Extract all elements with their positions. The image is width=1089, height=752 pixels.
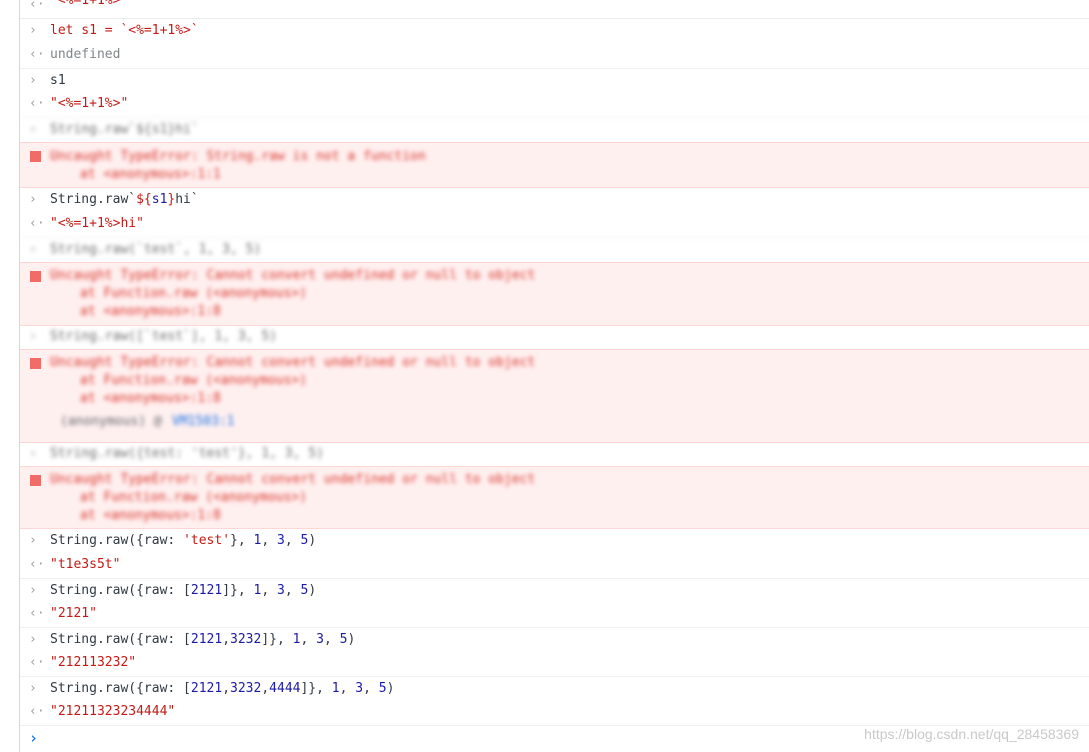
console-output-row: ‹· "<%=1+1%>hi" <box>20 212 1089 236</box>
result-text: "<%=1+1%>hi" <box>50 216 144 231</box>
return-arrow-icon: ‹· <box>29 216 45 231</box>
result-text: "212113232" <box>50 655 137 670</box>
console-input-row[interactable]: › let s1 = `<%=1+1%>` <box>20 19 1089 43</box>
chevron-right-icon: › <box>29 583 37 598</box>
error-stack-line: at <anonymous>:1:8 <box>80 304 221 319</box>
command-text: String.raw(`test`, 1, 3, 5) <box>50 242 262 257</box>
result-text: undefined <box>50 47 121 62</box>
prompt-icon: › <box>29 729 39 747</box>
chevron-right-icon: › <box>29 446 37 461</box>
console-output-row: ‹· "2121" <box>20 602 1089 626</box>
console-input-row[interactable]: › s1 <box>20 68 1089 93</box>
console-input-row[interactable]: › String.raw({raw: 'test'}, 1, 3, 5) <box>20 529 1089 553</box>
error-source-link[interactable]: VM1503:1 <box>172 413 235 431</box>
console-output-row: ‹· undefined <box>20 43 1089 67</box>
error-stack-line: at Function.raw (<anonymous>) <box>80 286 307 301</box>
console-top-partial-line: ‹· "<%=1+1%>" <box>20 0 1089 19</box>
command-text: String.raw({test: 'test'}, 1, 3, 5) <box>50 446 324 461</box>
chevron-right-icon: › <box>29 73 37 88</box>
chevron-right-icon: › <box>29 23 37 38</box>
error-line: Uncaught TypeError: Cannot convert undef… <box>50 355 536 370</box>
return-arrow-icon: ‹· <box>29 606 45 621</box>
console-output-row: ‹· "<%=1+1%>" <box>20 92 1089 116</box>
error-stack-line: at Function.raw (<anonymous>) <box>80 373 307 388</box>
return-arrow-icon: ‹· <box>29 655 45 670</box>
return-arrow-icon: ‹· <box>29 704 45 719</box>
error-message-block: Uncaught TypeError: Cannot convert undef… <box>20 349 1089 443</box>
command-text: String.raw([`test`], 1, 3, 5) <box>50 329 277 344</box>
error-source-prefix: (anonymous) @ <box>60 414 170 429</box>
console-input-row-blurred: › String.raw({test: 'test'}, 1, 3, 5) <box>20 442 1089 466</box>
return-arrow-icon: ‹· <box>29 96 45 111</box>
partial-result: "<%=1+1%>" <box>50 0 129 8</box>
error-icon <box>30 475 41 486</box>
error-icon <box>30 271 41 282</box>
console-input-row[interactable]: › String.raw({raw: [2121,3232]}, 1, 3, 5… <box>20 627 1089 652</box>
chevron-right-icon: › <box>29 122 37 137</box>
return-arrow-icon: ‹· <box>29 0 45 12</box>
result-text: "t1e3s5t" <box>50 557 121 572</box>
command-text: String.raw`${s1}hi` <box>50 192 199 207</box>
console-output-row: ‹· "21211323234444" <box>20 700 1089 724</box>
result-text: "2121" <box>50 606 97 621</box>
error-stack-line: at <anonymous>:1:8 <box>80 508 221 523</box>
console-output-row: ‹· "t1e3s5t" <box>20 553 1089 577</box>
error-message-block: Uncaught TypeError: Cannot convert undef… <box>20 466 1089 529</box>
command-text: String.raw({raw: [2121,3232,4444]}, 1, 3… <box>50 681 395 696</box>
error-icon <box>30 358 41 369</box>
command-text: let s1 = `<%=1+1%>` <box>50 23 199 38</box>
result-text: "21211323234444" <box>50 704 176 719</box>
command-text: String.raw({raw: [2121,3232]}, 1, 3, 5) <box>50 632 356 647</box>
command-text: s1 <box>50 73 66 88</box>
error-icon <box>30 151 41 162</box>
chevron-right-icon: › <box>29 681 37 696</box>
console-input-row-blurred: › String.raw(`test`, 1, 3, 5) <box>20 237 1089 262</box>
console-output-row: ‹· "212113232" <box>20 651 1089 675</box>
chevron-right-icon: › <box>29 242 37 257</box>
chevron-right-icon: › <box>29 632 37 647</box>
command-text: String.raw({raw: [2121]}, 1, 3, 5) <box>50 583 317 598</box>
console-input-row[interactable]: › String.raw`${s1}hi` <box>20 188 1089 212</box>
error-message-block: Uncaught TypeError: String.raw is not a … <box>20 142 1089 188</box>
return-arrow-icon: ‹· <box>29 557 45 572</box>
error-line: Uncaught TypeError: Cannot convert undef… <box>50 268 536 283</box>
chevron-right-icon: › <box>29 533 37 548</box>
error-stack-line: at <anonymous>:1:8 <box>80 391 221 406</box>
error-stack-line: at <anonymous>:1:1 <box>80 167 221 182</box>
command-text: String.raw`${s1}hi` <box>50 122 199 137</box>
watermark: https://blog.csdn.net/qq_28458369 <box>864 726 1079 742</box>
console-input-row-blurred: › String.raw`${s1}hi` <box>20 117 1089 142</box>
command-text: String.raw({raw: 'test'}, 1, 3, 5) <box>50 533 317 548</box>
error-line: Uncaught TypeError: Cannot convert undef… <box>50 472 536 487</box>
return-arrow-icon: ‹· <box>29 47 45 62</box>
result-text: "<%=1+1%>" <box>50 96 129 111</box>
console-input-row[interactable]: › String.raw({raw: [2121]}, 1, 3, 5) <box>20 578 1089 603</box>
console-input-row-blurred: › String.raw([`test`], 1, 3, 5) <box>20 325 1089 349</box>
devtools-console: ‹· "<%=1+1%>" › let s1 = `<%=1+1%>` ‹· u… <box>19 0 1089 752</box>
error-message-block: Uncaught TypeError: Cannot convert undef… <box>20 262 1089 326</box>
console-input-row[interactable]: › String.raw({raw: [2121,3232,4444]}, 1,… <box>20 676 1089 701</box>
error-line: Uncaught TypeError: String.raw is not a … <box>50 149 426 164</box>
chevron-right-icon: › <box>29 329 37 344</box>
chevron-right-icon: › <box>29 192 37 207</box>
error-stack-line: at Function.raw (<anonymous>) <box>80 490 307 505</box>
